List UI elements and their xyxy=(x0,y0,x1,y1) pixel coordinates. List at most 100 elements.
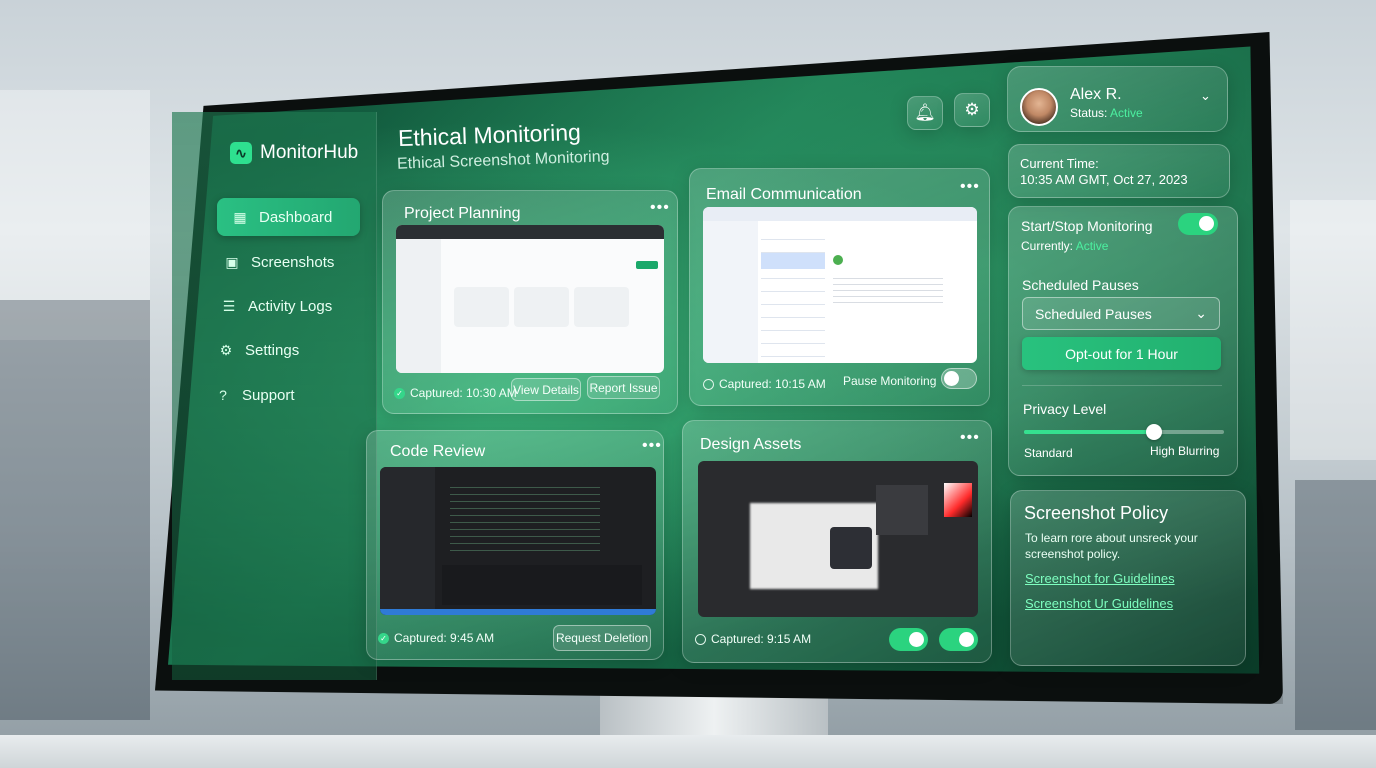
more-icon[interactable]: ••• xyxy=(642,437,662,455)
opt-out-button[interactable]: Opt-out for 1 Hour xyxy=(1022,337,1221,370)
more-icon[interactable]: ••• xyxy=(960,429,980,447)
privacy-slider-fill xyxy=(1024,430,1154,434)
thumb-block xyxy=(454,287,509,327)
settings-button[interactable]: ⚙ xyxy=(954,93,990,127)
view-details-button[interactable]: View Details xyxy=(511,378,581,401)
user-name: Alex R. xyxy=(1070,86,1122,103)
notifications-button[interactable]: 🔔︎ xyxy=(907,96,943,130)
desk-surface xyxy=(0,735,1376,768)
thumb-artboard xyxy=(830,527,872,569)
design-toggle-2[interactable] xyxy=(939,628,978,651)
privacy-level-label: Privacy Level xyxy=(1023,401,1107,417)
card-title: Design Assets xyxy=(700,436,802,453)
more-icon[interactable]: ••• xyxy=(960,178,980,196)
monitoring-status: Currently: Active xyxy=(1021,239,1108,253)
more-icon[interactable]: ••• xyxy=(650,199,670,217)
privacy-slider-thumb[interactable] xyxy=(1146,424,1162,440)
chevron-down-icon: ⌄ xyxy=(1200,88,1211,103)
current-time-value: 10:35 AM GMT, Oct 27, 2023 xyxy=(1020,172,1188,187)
monitoring-title: Start/Stop Monitoring xyxy=(1021,218,1153,234)
sidebar-item-label: Support xyxy=(242,386,295,404)
thumb-panel xyxy=(442,565,642,605)
current-time-label: Current Time: xyxy=(1020,156,1099,171)
clock-icon xyxy=(695,633,706,645)
thumb-panel xyxy=(876,485,928,535)
card-title: Project Planning xyxy=(404,205,521,222)
app-logo[interactable]: ∿ MonitorHub xyxy=(230,142,358,164)
capture-time: Captured: 10:15 AM xyxy=(703,377,826,391)
thumb-titlebar xyxy=(703,207,977,221)
sidebar-item-settings[interactable]: ⚙ Settings xyxy=(217,341,299,359)
background-pillar xyxy=(0,300,150,720)
thumb-list xyxy=(761,227,825,363)
privacy-max-label: High Blurring xyxy=(1150,444,1220,458)
sidebar-item-support[interactable]: ? Support xyxy=(214,386,295,404)
current-time-panel xyxy=(1008,144,1230,198)
capture-time-label: Captured: 10:15 AM xyxy=(719,377,826,391)
app-name: MonitorHub xyxy=(260,142,359,163)
toggle-knob xyxy=(1199,216,1214,231)
policy-link-guidelines[interactable]: Screenshot for Guidelines xyxy=(1025,571,1175,586)
capture-time-label: Captured: 9:45 AM xyxy=(394,631,495,645)
bell-icon: 🔔︎ xyxy=(914,103,936,122)
capture-time-label: Captured: 9:15 AM xyxy=(711,632,812,646)
request-deletion-button[interactable]: Request Deletion xyxy=(553,625,651,651)
sidebar-item-label: Dashboard xyxy=(259,208,333,226)
gear-icon: ⚙ xyxy=(964,100,980,119)
sidebar-item-dashboard[interactable]: ▦ Dashboard xyxy=(217,198,360,236)
pulse-icon: ∿ xyxy=(230,142,252,164)
thumb-titlebar xyxy=(396,225,664,239)
pause-monitoring-toggle[interactable] xyxy=(941,368,977,389)
screenshot-thumbnail[interactable] xyxy=(396,225,664,373)
sidebar-item-label: Screenshots xyxy=(251,253,335,271)
design-toggle-1[interactable] xyxy=(889,628,928,651)
thumb-code xyxy=(450,481,600,551)
thumb-sidebar xyxy=(703,221,758,363)
scheduled-pauses-select[interactable]: Scheduled Pauses ⌄ xyxy=(1022,297,1220,330)
screenshot-thumbnail[interactable] xyxy=(698,461,978,617)
policy-link-ur-guidelines[interactable]: Screenshot Ur Guidelines xyxy=(1025,596,1173,611)
capture-time: ✓ Captured: 10:30 AM xyxy=(394,386,517,400)
background-chair xyxy=(1295,480,1376,730)
thumb-button xyxy=(636,261,658,269)
screenshot-thumbnail[interactable] xyxy=(380,467,656,615)
monitoring-toggle[interactable] xyxy=(1178,213,1218,235)
toggle-knob xyxy=(944,371,959,386)
sidebar-item-activity-logs[interactable]: ☰ Activity Logs xyxy=(220,297,332,315)
pause-monitoring-label: Pause Monitoring xyxy=(843,374,937,388)
thumb-sidebar xyxy=(380,467,435,615)
capture-time: Captured: 9:15 AM xyxy=(695,632,811,646)
thumb-avatar xyxy=(833,255,843,265)
thumb-sidebar xyxy=(396,239,441,373)
help-icon: ? xyxy=(219,387,227,403)
card-title: Email Communication xyxy=(706,186,862,203)
grid-icon: ▦ xyxy=(233,208,247,225)
scheduled-pauses-value: Scheduled Pauses xyxy=(1035,305,1152,322)
capture-time-label: Captured: 10:30 AM xyxy=(410,386,517,400)
thumb-text xyxy=(833,273,943,303)
user-status-label: Status: xyxy=(1070,106,1108,120)
background-window xyxy=(1290,200,1376,460)
thumb-selected-row xyxy=(761,253,825,269)
privacy-slider[interactable] xyxy=(1024,424,1224,440)
sidebar-item-label: Activity Logs xyxy=(248,297,333,315)
card-title: Code Review xyxy=(390,443,486,460)
toggle-knob xyxy=(959,632,974,647)
chevron-down-icon: ⌄ xyxy=(1195,305,1207,321)
screenshot-thumbnail[interactable] xyxy=(703,207,977,363)
policy-text: To learn rore about unsreck your screens… xyxy=(1025,531,1198,561)
monitoring-status-label: Currently: xyxy=(1021,239,1074,253)
user-status: Status: Active xyxy=(1070,106,1143,120)
thumb-block xyxy=(574,287,629,327)
report-issue-button[interactable]: Report Issue xyxy=(587,376,660,399)
check-icon: ✓ xyxy=(394,387,405,399)
policy-title: Screenshot Policy xyxy=(1024,503,1169,523)
list-icon: ☰ xyxy=(222,297,236,314)
divider xyxy=(1022,385,1222,386)
privacy-min-label: Standard xyxy=(1024,446,1073,460)
monitoring-status-value: Active xyxy=(1075,239,1109,253)
gear-icon: ⚙ xyxy=(219,341,233,358)
check-icon: ✓ xyxy=(378,632,389,644)
avatar xyxy=(1020,88,1058,126)
sidebar-item-screenshots[interactable]: ▣ Screenshots xyxy=(223,253,334,271)
